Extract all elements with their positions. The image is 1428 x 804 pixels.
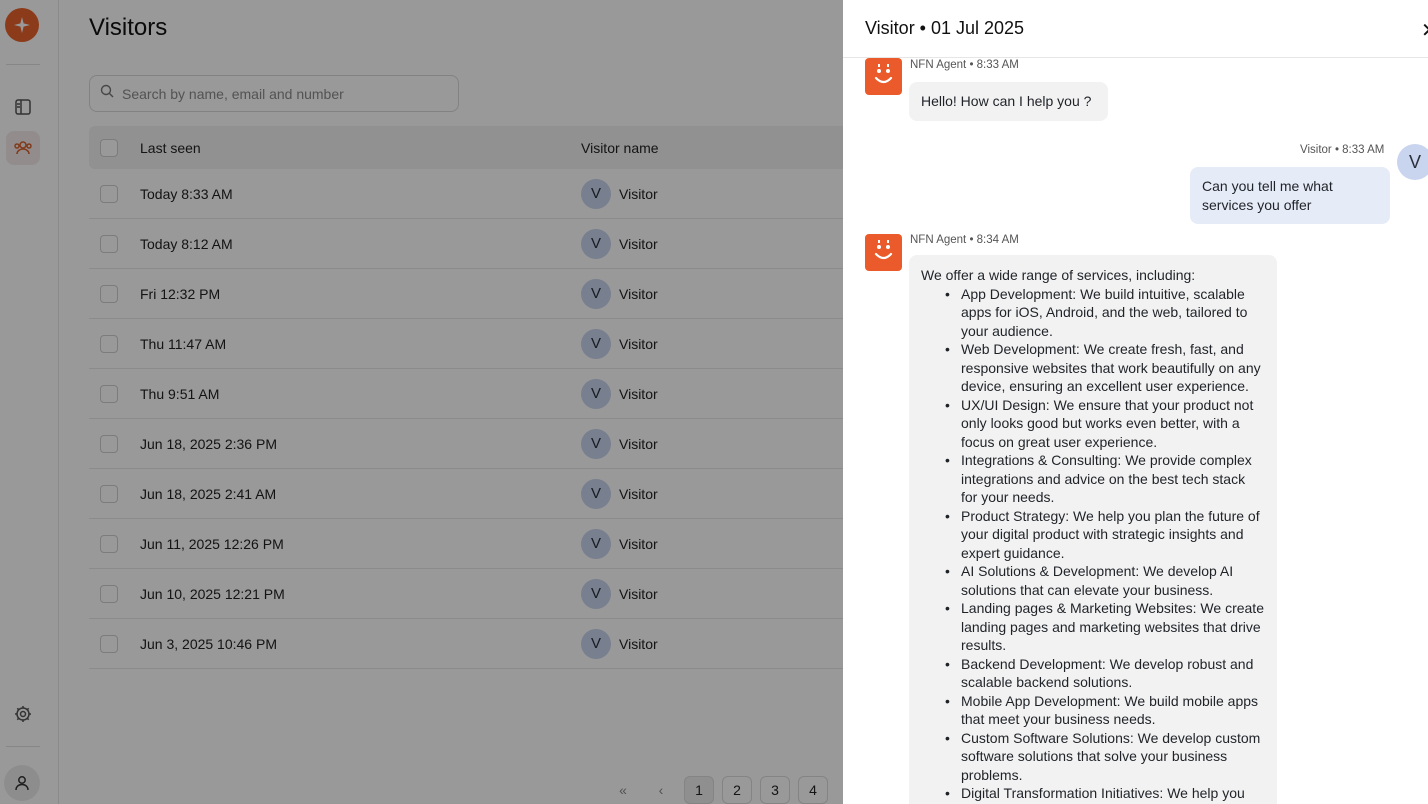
drawer-header: Visitor • 01 Jul 2025 ✕ <box>843 0 1428 58</box>
list-item: App Development: We build intuitive, sca… <box>943 285 1265 341</box>
list-item: Digital Transformation Initiatives: We h… <box>943 784 1265 803</box>
conversation-drawer: Visitor • 01 Jul 2025 ✕ NFN Agent • 8:33… <box>843 0 1428 804</box>
list-item: Web Development: We create fresh, fast, … <box>943 340 1265 396</box>
agent-message: Hello! How can I help you ? <box>909 82 1108 121</box>
list-item: Landing pages & Marketing Websites: We c… <box>943 599 1265 655</box>
drawer-title: Visitor • 01 Jul 2025 <box>865 18 1025 38</box>
chat-thread: NFN Agent • 8:33 AM Hello! How can I hel… <box>843 58 1428 804</box>
modal-backdrop[interactable] <box>0 0 843 804</box>
list-item: Product Strategy: We help you plan the f… <box>943 507 1265 563</box>
list-item: Integrations & Consulting: We provide co… <box>943 451 1265 507</box>
bot-smile-icon <box>865 58 902 95</box>
list-item: Backend Development: We develop robust a… <box>943 655 1265 692</box>
bot-smile-icon <box>865 234 902 271</box>
message-meta: Visitor • 8:33 AM <box>1300 144 1385 156</box>
close-icon[interactable]: ✕ <box>1421 18 1428 43</box>
agent-message-services: We offer a wide range of services, inclu… <box>909 255 1277 804</box>
services-list: App Development: We build intuitive, sca… <box>943 285 1265 803</box>
message-meta: NFN Agent • 8:33 AM <box>910 59 1019 71</box>
message-meta: NFN Agent • 8:34 AM <box>910 234 1019 246</box>
message-intro: We offer a wide range of services, inclu… <box>921 267 1196 283</box>
visitor-message: Can you tell me what services you offer <box>1190 167 1390 224</box>
list-item: Mobile App Development: We build mobile … <box>943 692 1265 729</box>
list-item: UX/UI Design: We ensure that your produc… <box>943 396 1265 452</box>
visitor-avatar: V <box>1397 144 1428 180</box>
list-item: AI Solutions & Development: We develop A… <box>943 562 1265 599</box>
list-item: Custom Software Solutions: We develop cu… <box>943 729 1265 785</box>
